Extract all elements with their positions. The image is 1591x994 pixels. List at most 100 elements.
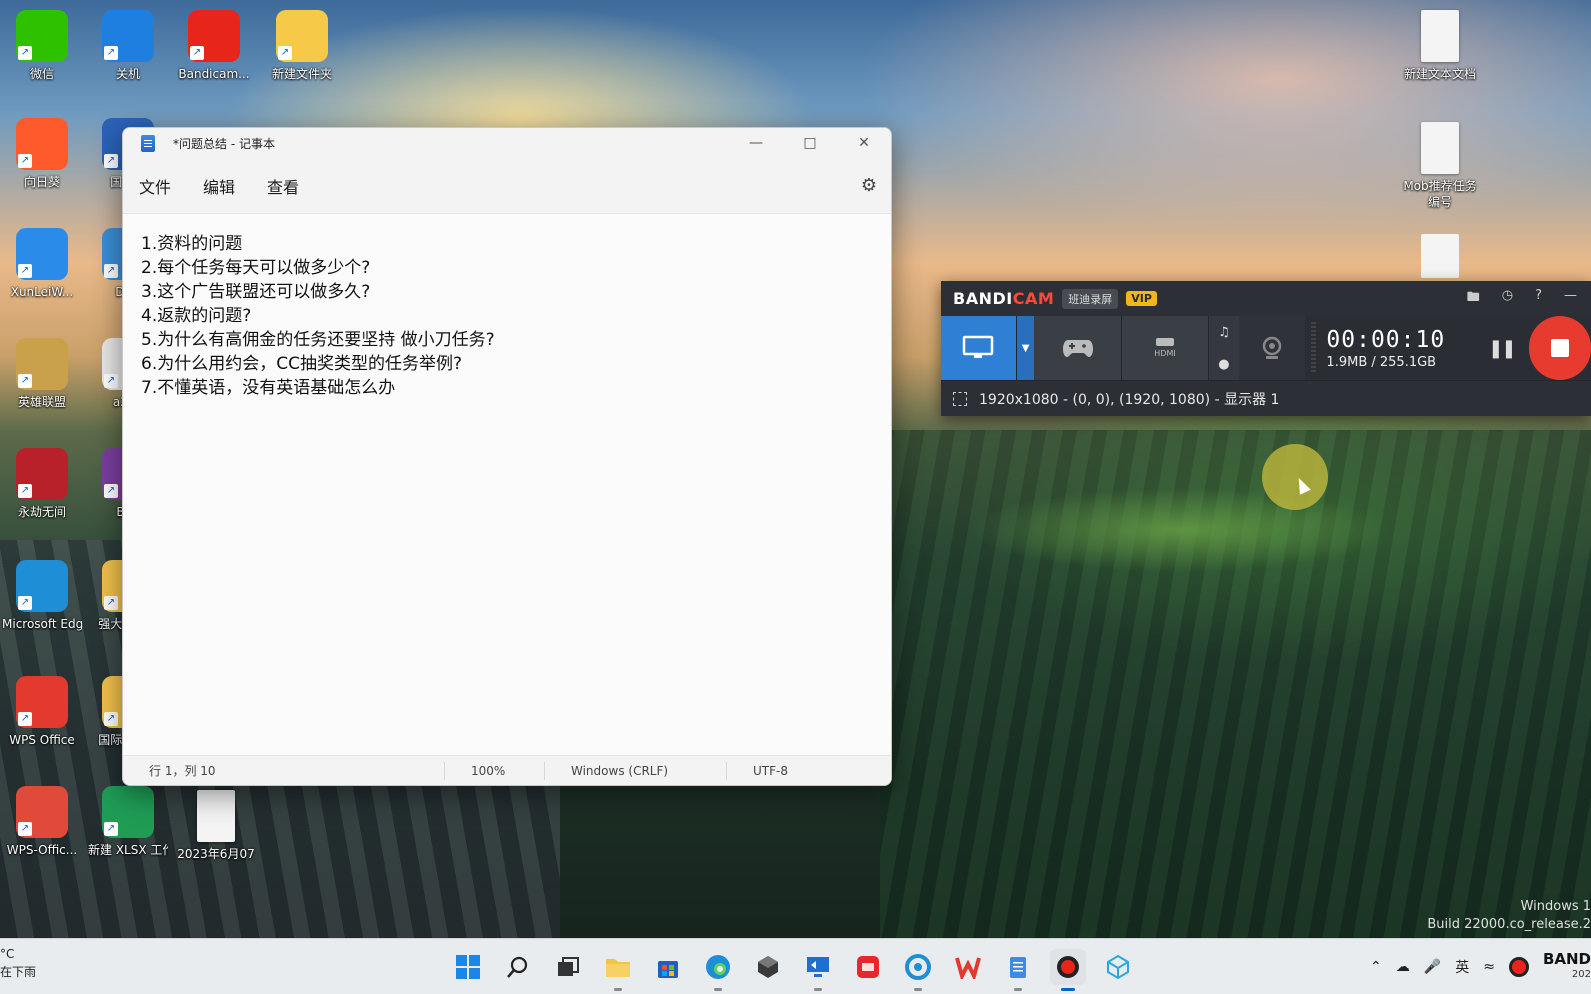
bandicam-titlebar[interactable]: BANDICAM 班迪录屏 VIP 🖿 ◷ ? — [941,281,1591,316]
vip-badge[interactable]: VIP [1126,291,1157,306]
screen-mode-button[interactable] [941,316,1017,380]
taskbar-bandicam[interactable] [1050,949,1086,991]
taskbar-remote-desktop[interactable] [800,949,836,991]
wifi-icon[interactable]: ≈ [1483,959,1495,975]
status-line-ending: Windows (CRLF) [545,761,727,780]
wps-icon [955,957,981,979]
status-position: 行 1，列 10 [123,761,445,780]
edge-icon [706,955,730,979]
settings-gear-icon[interactable]: ⚙ [861,175,877,196]
notepad-titlebar[interactable]: *问题总结 - 记事本 — □ ✕ [123,128,891,158]
folder-icon[interactable]: 🖿 [1467,288,1480,310]
text-line: 5.为什么有高佣金的任务还要坚持 做小刀任务? [141,330,495,350]
menu-file[interactable]: 文件 [139,174,171,198]
screen-mode-dropdown[interactable]: ▼ [1016,316,1035,380]
region-select-icon [953,391,967,406]
taskbar: °C 在下雨 ⌃ ☁ 🎤 英 ≈ BAND 202 [0,938,1591,994]
game-mode-button[interactable] [1034,316,1122,380]
pause-button[interactable]: ❚❚ [1482,316,1521,380]
weather-text: 在下雨 [0,965,37,979]
desktop-icon[interactable]: ↗ 英雄联盟 [2,338,82,410]
ime-indicator[interactable]: 英 [1455,957,1469,977]
region-text: 1920x1080 - (0, 0), (1920, 1080) - 显示器 1 [979,391,1280,408]
recording-region[interactable]: 1920x1080 - (0, 0), (1920, 1080) - 显示器 1 [941,380,1591,416]
minimize-button[interactable]: — [1564,288,1577,310]
taskbar-edge[interactable] [700,949,736,991]
task-view-icon [558,957,579,976]
stop-record-button[interactable] [1528,316,1591,380]
taskbar-notepad[interactable] [1000,949,1036,991]
taskbar-browser[interactable] [900,949,936,991]
browser-icon [905,954,931,980]
start-button[interactable] [450,949,486,985]
bandicam-tray-icon[interactable] [1508,957,1529,977]
text-line: 6.为什么用约会，CC抽奖类型的任务举例? [141,354,462,374]
desktop-icon-new-text[interactable]: 新建文本文档 [1395,10,1485,82]
menu-edit[interactable]: 编辑 [203,174,235,198]
desktop-icon-2023[interactable]: 2023年6月07 [176,790,256,862]
status-zoom: 100% [445,761,545,780]
xunlei-icon: ↗ [16,228,68,280]
desktop-icon[interactable]: ↗ Bandicam... [174,10,254,82]
desktop-icon[interactable]: ↗ XunLeiW... [2,228,82,300]
clock-icon[interactable]: ◷ [1502,288,1513,310]
desktop-icon[interactable]: ↗ 微信 [2,10,82,82]
gamepad-icon [1062,340,1093,357]
taskbar-3d-app[interactable] [1100,949,1136,985]
minimize-button[interactable]: — [729,128,783,158]
shortcut-arrow-icon: ↗ [18,484,32,498]
taskbar-youdao[interactable] [850,949,886,985]
taskbar-app-cube[interactable] [750,949,786,985]
shortcut-arrow-icon: ↗ [18,596,32,610]
text-file-icon [1421,234,1459,278]
speaker-icon[interactable]: ♫ [1218,325,1230,340]
hdmi-mode-button[interactable]: HDMI [1121,316,1210,380]
shortcut-arrow-icon: ↗ [104,596,118,610]
wallpaper-hills [880,430,1591,938]
remote-desktop-icon [807,957,829,977]
weather-widget[interactable]: °C 在下雨 [0,945,36,981]
taskbar-store[interactable] [650,949,686,985]
desktop-icon-mob[interactable]: Mob推荐任务编号 [1395,122,1485,210]
task-view-button[interactable] [550,949,586,985]
chevron-up-icon[interactable]: ⌃ [1370,959,1382,975]
shortcut-arrow-icon: ↗ [104,264,118,278]
bandicam-icon [1057,956,1079,978]
microphone-icon[interactable]: ● [1218,357,1229,372]
xlsx-icon: ↗ [102,786,154,838]
taskbar-wps[interactable] [950,949,986,985]
maximize-button[interactable]: □ [783,128,837,158]
taskbar-explorer[interactable] [600,949,636,991]
desktop-icon[interactable]: ↗ 向日葵 [2,118,82,190]
close-button[interactable]: ✕ [837,128,891,158]
desktop-icon[interactable]: ↗ 永劫无间 [2,448,82,520]
webcam-icon [1262,336,1281,359]
svg-text:HDMI: HDMI [1154,349,1175,358]
webcam-button[interactable] [1238,316,1305,380]
shortcut-arrow-icon: ↗ [18,154,32,168]
recording-timer: 00:00:10 [1326,326,1446,353]
sunflower-icon: ↗ [16,118,68,170]
shortcut-arrow-icon: ↗ [104,712,118,726]
wechat-icon: ↗ [16,10,68,62]
cloud-icon[interactable]: ☁ [1396,959,1410,975]
shortcut-arrow-icon: ↗ [18,264,32,278]
menu-view[interactable]: 查看 [267,174,299,198]
3d-cube-icon [1107,954,1129,980]
desktop-icon[interactable]: ↗ Microsoft Edge [2,560,82,632]
desktop-icon-text-3[interactable] [1418,234,1462,282]
shortcut-arrow-icon: ↗ [18,46,32,60]
stop-icon [1550,339,1569,357]
cube-icon [758,956,778,978]
desktop-icon[interactable]: ↗ WPS Office [2,676,82,748]
search-button[interactable] [500,949,536,985]
bandicam-logo: BANDICAM [953,289,1055,308]
desktop-icon[interactable]: ↗ 关机 [88,10,168,82]
taskbar-apps [450,939,1136,994]
desktop-icon[interactable]: ↗ WPS-Offic... [2,786,82,858]
desktop-icon[interactable]: ↗ 新建文件夹 [262,10,342,82]
microphone-icon[interactable]: 🎤 [1424,959,1441,975]
help-icon[interactable]: ? [1535,288,1542,310]
text-editor[interactable]: 1.资料的问题 2.每个任务每天可以做多少个? 3.这个广告联盟还可以做多久? … [123,214,891,757]
desktop-icon[interactable]: ↗新建 XLSX 工作表 [88,786,168,858]
